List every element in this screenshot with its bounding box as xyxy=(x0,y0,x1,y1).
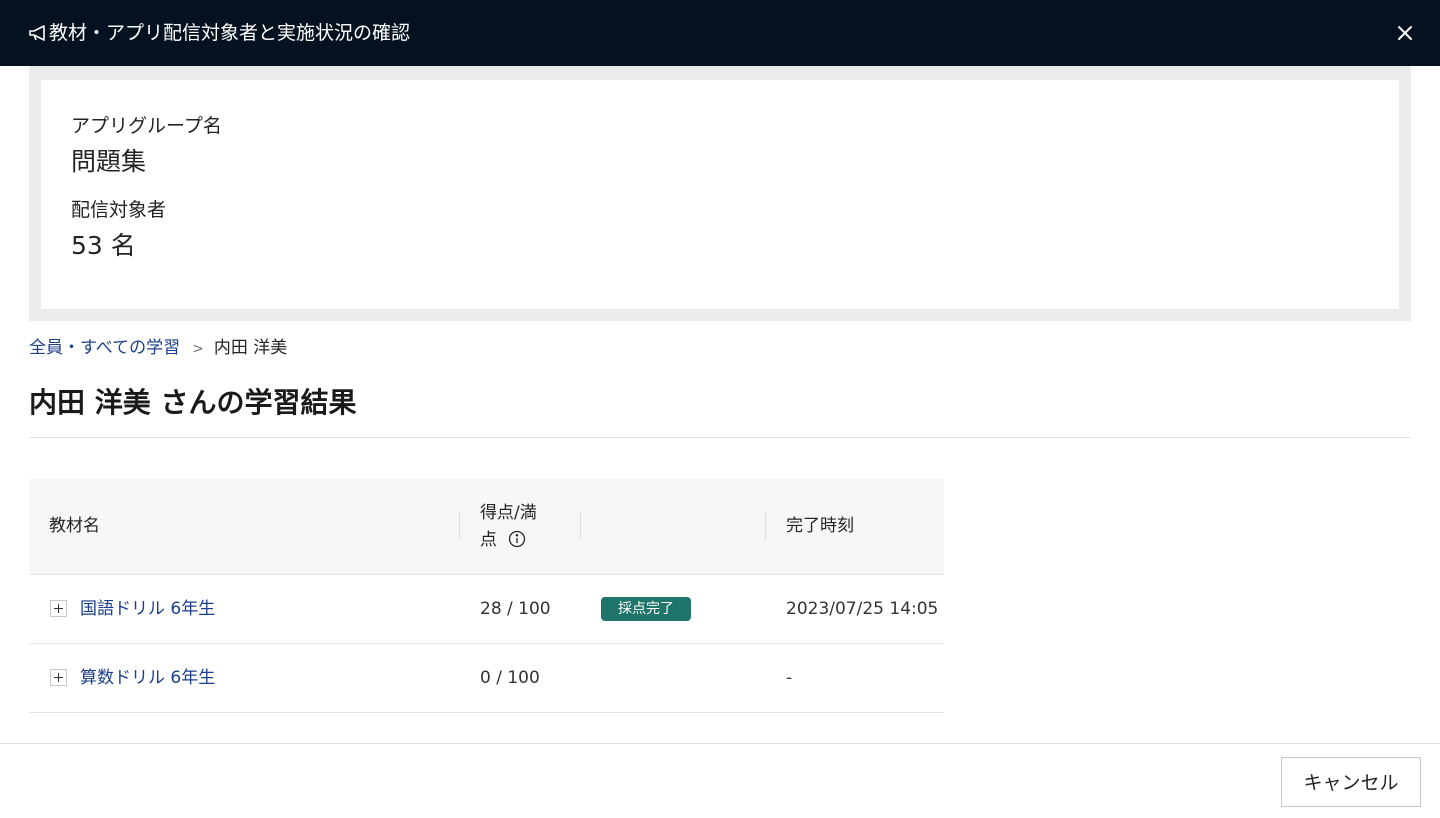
target-count-label: 配信対象者 xyxy=(71,199,167,221)
breadcrumb-all-link[interactable]: 全員・すべての学習 xyxy=(29,338,180,358)
column-header-score-line2: 点 xyxy=(480,530,497,550)
table-header: 教材名 得点/満 点 完了時刻 xyxy=(29,479,944,575)
target-count-value: 53 名 xyxy=(71,231,136,260)
results-table: 教材名 得点/満 点 完了時刻 国語ドリル 6年生 28 / 100 採点完了 … xyxy=(29,479,944,713)
dialog-title: 教材・アプリ配信対象者と実施状況の確認 xyxy=(49,22,411,44)
material-link[interactable]: 算数ドリル 6年生 xyxy=(80,666,215,690)
column-header-score: 得点/満 点 xyxy=(480,500,537,557)
close-icon[interactable] xyxy=(1394,22,1416,44)
table-row: 算数ドリル 6年生 0 / 100 - xyxy=(29,644,944,713)
group-name-value: 問題集 xyxy=(71,147,147,176)
summary-card: アプリグループ名 問題集 配信対象者 53 名 xyxy=(41,80,1399,309)
column-divider xyxy=(459,512,460,540)
column-header-material: 教材名 xyxy=(49,516,100,536)
completed-time: - xyxy=(786,668,793,688)
status-badge: 採点完了 xyxy=(601,597,691,621)
cancel-button[interactable]: キャンセル xyxy=(1281,757,1421,807)
column-header-score-line1: 得点/満 xyxy=(480,503,537,523)
breadcrumb-current: 内田 洋美 xyxy=(213,338,288,358)
score-value: 0 / 100 xyxy=(480,668,540,688)
title-divider xyxy=(29,437,1411,438)
table-row: 国語ドリル 6年生 28 / 100 採点完了 2023/07/25 14:05 xyxy=(29,575,944,644)
dialog-titlebar: 教材・アプリ配信対象者と実施状況の確認 xyxy=(0,0,1440,66)
summary-panel: アプリグループ名 問題集 配信対象者 53 名 xyxy=(29,66,1411,321)
expand-plus-icon[interactable] xyxy=(50,669,67,686)
score-value: 28 / 100 xyxy=(480,599,551,619)
expand-plus-icon[interactable] xyxy=(50,600,67,617)
page-title: 内田 洋美 さんの学習結果 xyxy=(29,386,357,419)
footer-divider xyxy=(0,743,1440,744)
info-icon[interactable] xyxy=(508,530,526,557)
material-link[interactable]: 国語ドリル 6年生 xyxy=(80,597,215,621)
completed-time: 2023/07/25 14:05 xyxy=(786,599,939,619)
group-name-label: アプリグループ名 xyxy=(71,115,222,137)
megaphone-icon xyxy=(28,24,48,42)
column-divider xyxy=(580,512,581,540)
breadcrumb-separator: > xyxy=(192,341,204,357)
breadcrumb: 全員・すべての学習 > 内田 洋美 xyxy=(29,337,287,359)
column-divider xyxy=(765,512,766,540)
column-header-completed: 完了時刻 xyxy=(786,516,854,536)
